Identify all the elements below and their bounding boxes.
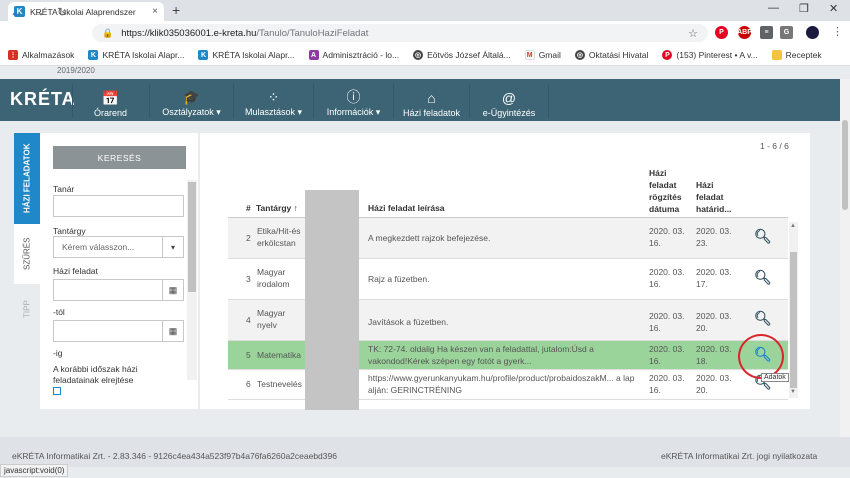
info-icon: ⓘ — [346, 89, 361, 105]
gmail-icon: M — [524, 50, 535, 60]
home-icon: ⌂ — [427, 90, 436, 106]
tab-szures[interactable]: SZŰRÉS — [14, 224, 40, 284]
admin-icon: A — [308, 50, 319, 60]
reload-icon[interactable]: ↻ — [57, 5, 67, 19]
kreta-icon: K — [198, 50, 209, 60]
bookmark-item[interactable]: ◎ Eötvös József Általá... — [413, 50, 511, 60]
to-label: -ig — [53, 348, 63, 358]
bookmark-item[interactable]: K KRÉTA Iskolai Alapr... — [198, 50, 295, 60]
tab-close-icon[interactable]: × — [152, 6, 158, 17]
nav-mulasztasok[interactable]: ⁘ Mulasztások ▾ — [233, 84, 313, 118]
maximize-icon[interactable]: ❐ — [799, 2, 809, 15]
homework-label: Házi feladat — [53, 266, 98, 276]
calendar-icon[interactable]: ▦ — [162, 321, 183, 342]
bookmark-star-icon[interactable]: ☆ — [688, 27, 698, 40]
col-deadline-header[interactable]: Házi feladat határid... — [696, 179, 736, 215]
bookmark-item[interactable]: M Gmail — [524, 50, 561, 60]
search-details-icon[interactable]: 🔍︎ — [754, 310, 772, 327]
search-details-icon[interactable]: 🔍︎ — [754, 269, 772, 286]
new-tab-button[interactable]: + — [172, 2, 180, 18]
nav-hazi-feladatok[interactable]: ⌂ Házi feladatok — [393, 84, 469, 118]
minimize-icon[interactable]: — — [768, 2, 779, 14]
hide-earlier-checkbox[interactable] — [53, 387, 61, 395]
calendar-icon: 📅 — [101, 90, 120, 106]
col-recorded-header[interactable]: Házi feladat rögzítés dátuma — [649, 167, 689, 215]
nav-informaciok[interactable]: ⓘ Információk ▾ — [313, 84, 393, 118]
scroll-up-icon[interactable]: ▲ — [790, 223, 796, 229]
footer-version: eKRÉTA Informatikai Zrt. - 2.83.346 - 91… — [12, 451, 337, 461]
menu-kebab-icon[interactable]: ⋮ — [832, 25, 843, 38]
bookmarks-bar: ⋮ Alkalmazások K KRÉTA Iskolai Alapr... KK… — [0, 45, 850, 66]
chevron-down-icon: ▾ — [162, 236, 183, 258]
apps-grid-icon: ⋮ — [8, 50, 18, 60]
back-icon[interactable]: ← — [10, 5, 22, 19]
kreta-logo[interactable]: KRÉTA — [10, 89, 76, 110]
subject-label: Tantárgy — [53, 226, 86, 236]
globe-icon: ◎ — [413, 50, 424, 60]
extension-icon[interactable]: ≡ — [760, 26, 773, 39]
adblock-icon[interactable]: ABP — [737, 26, 752, 39]
page-scrollbar-thumb[interactable] — [842, 120, 848, 210]
bookmark-item[interactable]: K KRÉTA Iskolai Alapr... — [88, 50, 184, 60]
graduation-cap-icon: 🎓 — [182, 89, 201, 105]
details-tooltip: Adatok — [761, 373, 789, 382]
kreta-icon: K — [88, 50, 99, 60]
folder-icon — [771, 50, 782, 60]
browser-tab[interactable]: K KRÉTA Iskolai Alaprendszer × — [8, 2, 164, 21]
bookmark-item[interactable]: A Adminisztráció - lo... — [308, 50, 399, 60]
bookmark-item[interactable]: ⋮ Alkalmazások — [8, 50, 74, 60]
bookmark-item[interactable]: P (153) Pinterest • A v... — [662, 50, 758, 60]
sort-icon: ↑ — [293, 203, 298, 213]
filter-scrollbar-thumb[interactable] — [188, 182, 196, 292]
nav-osztalyzatok[interactable]: 🎓 Osztályzatok ▾ — [149, 84, 233, 118]
bookmark-item[interactable]: ◎ Oktatási Hivatal — [574, 50, 648, 60]
pinterest-icon: P — [662, 50, 673, 60]
school-year: 2019/2020 — [57, 66, 95, 75]
search-button[interactable]: KERESÉS — [53, 146, 186, 169]
col-num-header: # — [246, 203, 251, 213]
from-label: -tól — [53, 307, 65, 317]
forward-icon[interactable]: → — [33, 5, 45, 19]
tab-hazi-feladatok[interactable]: HÁZI FELADATOK — [14, 133, 40, 224]
spinner-icon: ⁘ — [267, 89, 280, 105]
bookmark-item[interactable]: Receptek — [771, 50, 822, 60]
nav-e-ugyintezes[interactable]: @ e-Ügyintézés — [469, 84, 549, 118]
calendar-icon[interactable]: ▦ — [162, 280, 183, 301]
nav-orarend[interactable]: 📅 Órarend — [72, 84, 148, 118]
date-from-input[interactable]: ▦ — [53, 279, 184, 301]
grammar-extension-icon[interactable]: G — [780, 26, 793, 39]
tab-title: KRÉTA Iskolai Alaprendszer — [30, 6, 136, 17]
browser-status-bar: javascript:void(0) — [0, 464, 69, 477]
redacted-column — [305, 190, 359, 410]
subject-select[interactable]: Kérem válasszon... ▾ — [53, 236, 184, 258]
col-description-header[interactable]: Házi feladat leírása — [368, 203, 445, 213]
footer-legal-link[interactable]: eKRÉTA Informatikai Zrt. jogi nyilatkoza… — [661, 451, 817, 461]
teacher-label: Tanár — [53, 184, 75, 194]
search-details-icon[interactable]: 🔍︎ — [754, 228, 772, 245]
at-icon: @ — [501, 90, 517, 106]
url-domain: https://klik035036001.e-kreta.hu — [121, 27, 257, 39]
hide-earlier-label: A korábbi időszak házi feladatainak elre… — [53, 364, 138, 385]
tab-tipp[interactable]: TIPP — [14, 284, 40, 334]
globe-icon: ◎ — [574, 50, 585, 60]
col-subject-header[interactable]: Tantárgy ↑ — [256, 203, 298, 213]
lock-icon: 🔒 — [102, 27, 114, 38]
pinterest-icon[interactable]: P — [715, 26, 728, 39]
date-to-input[interactable]: ▦ — [53, 320, 184, 342]
profile-avatar[interactable] — [806, 26, 819, 39]
close-window-icon[interactable]: ✕ — [829, 2, 838, 15]
pager-info: 1 - 6 / 6 — [760, 141, 789, 151]
url-bar[interactable]: 🔒 https://klik035036001.e-kreta.hu/Tanul… — [92, 24, 708, 42]
teacher-input[interactable] — [53, 195, 184, 217]
url-path: /Tanulo/TanuloHaziFeladat — [256, 27, 369, 39]
scroll-down-icon[interactable]: ▼ — [790, 389, 796, 395]
table-scrollbar-thumb[interactable] — [790, 252, 797, 388]
